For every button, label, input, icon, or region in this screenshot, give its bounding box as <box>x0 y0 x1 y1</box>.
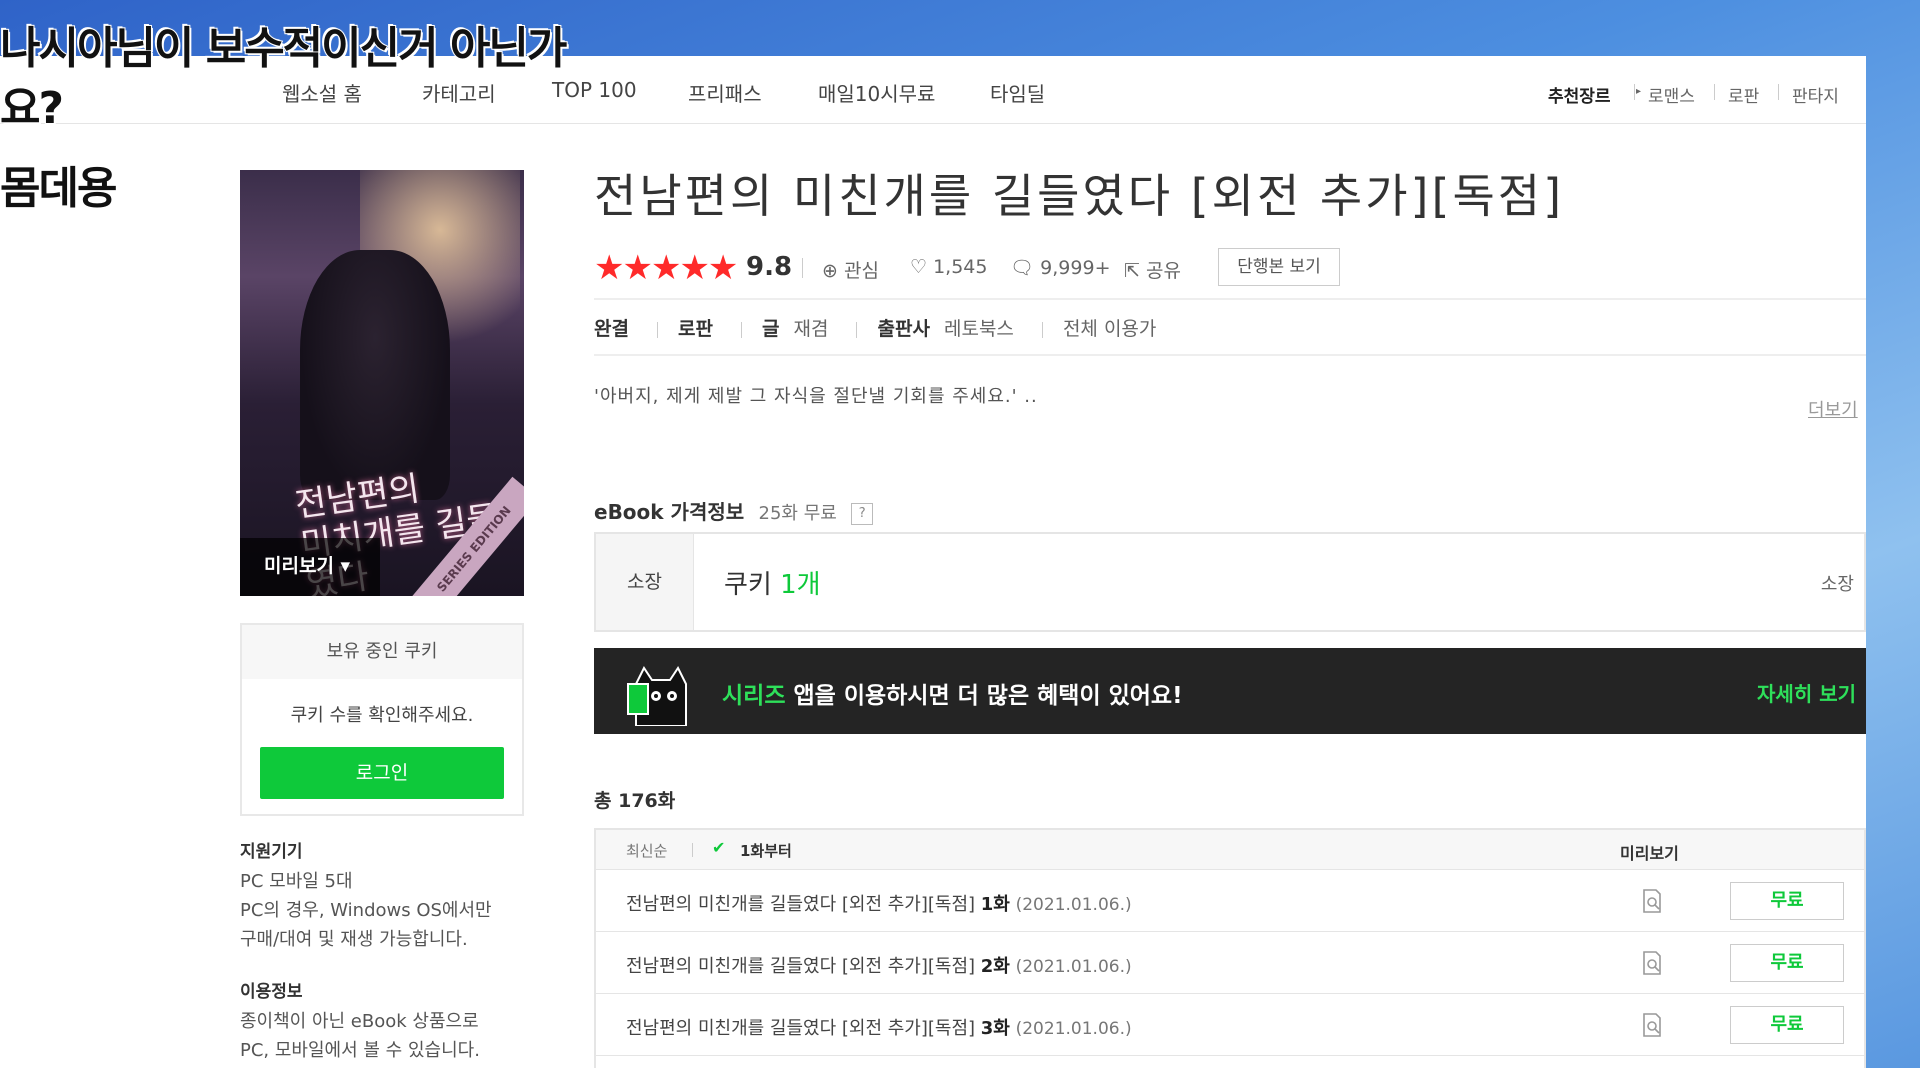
own-label: 소장 <box>596 534 694 630</box>
episode-row[interactable]: 전남편의 미친개를 길들였다 [외전 추가][독점] 1화 (2021.01.0… <box>596 870 1864 932</box>
genre-separator <box>1634 84 1635 100</box>
genre-separator <box>1714 84 1715 100</box>
episode-total: 총 176화 <box>594 790 676 812</box>
nav-timedeal[interactable]: 타임딜 <box>990 78 1045 107</box>
genre-romance-fantasy[interactable]: 로판 <box>1728 82 1759 107</box>
preview-icon[interactable] <box>1640 950 1664 976</box>
own-right-label: 소장 <box>1820 574 1854 595</box>
synopsis: '아버지, 제게 제발 그 자식을 절단낼 기회를 주세요.' .. <box>594 386 1038 407</box>
divider <box>594 298 1866 300</box>
genre-separator <box>1778 84 1779 100</box>
sort-separator <box>692 843 693 857</box>
preview-column-header: 미리보기 <box>1620 844 1679 863</box>
nav-daily-free[interactable]: 매일10시무료 <box>818 78 935 107</box>
cookie-box: 보유 중인 쿠키 쿠키 수를 확인해주세요. 로그인 <box>240 623 524 816</box>
banner-text: 시리즈 앱을 이용하시면 더 많은 혜택이 있어요! <box>722 683 1183 709</box>
supported-devices-header: 지원기기 <box>240 842 303 862</box>
preview-button[interactable]: 미리보기 ▾ <box>264 551 350 578</box>
nav-webnovel-home[interactable]: 웹소설 홈 <box>282 78 362 107</box>
cookie-price: 쿠키 1개 <box>724 570 821 600</box>
age-rating: 전체 이용가 <box>1062 318 1157 340</box>
cat-mascot-icon <box>627 666 687 726</box>
share-label: 공유 <box>1145 260 1181 282</box>
sort-latest[interactable]: 최신순 <box>626 840 667 861</box>
sort-first[interactable]: 1화부터 <box>740 840 792 861</box>
plus-circle-icon: ⊕ <box>822 260 838 282</box>
free-button[interactable]: 무료 <box>1730 944 1844 982</box>
price-info-title: eBook 가격정보 25화 무료 ? <box>594 496 874 525</box>
author-link[interactable]: 재겸 <box>794 318 829 340</box>
banner-detail-link[interactable]: 자세히 보기 <box>1757 678 1856 707</box>
recommended-genre-header: 추천장르 <box>1548 87 1611 107</box>
author-label: 글 <box>762 318 780 340</box>
share-icon: ⇱ <box>1124 260 1140 282</box>
overlay-caption-line3: 몸데용 <box>0 162 118 215</box>
book-title: 전남편의 미친개를 길들였다 [외전 추가][독점] <box>594 169 1565 223</box>
episode-list: 최신순 ✔ 1화부터 미리보기 전남편의 미친개를 길들였다 [외전 추가][독… <box>594 828 1866 1068</box>
login-button[interactable]: 로그인 <box>260 747 504 799</box>
episode-title[interactable]: 전남편의 미친개를 길들였다 [외전 추가][독점] 3화 (2021.01.0… <box>626 1014 1132 1040</box>
usage-info: 이용정보 종이책이 아닌 eBook 상품으로 PC, 모바일에서 볼 수 있습… <box>240 978 540 1065</box>
single-volume-button[interactable]: 단행본 보기 <box>1218 248 1340 286</box>
interest-button[interactable]: ⊕ 관심 <box>822 256 879 283</box>
overlay-caption-line1: 나시아님이 보수적이신거 아닌가 <box>0 22 568 75</box>
nav-category[interactable]: 카테고리 <box>422 78 496 107</box>
comment-button[interactable]: 🗨 9,999+ <box>1010 256 1111 279</box>
cookie-box-message: 쿠키 수를 확인해주세요. <box>290 705 474 726</box>
like-count: 1,545 <box>933 256 988 278</box>
check-icon: ✔ <box>712 838 726 857</box>
episode-title[interactable]: 전남편의 미친개를 길들였다 [외전 추가][독점] 2화 (2021.01.0… <box>626 952 1132 978</box>
cover-art-figure <box>300 250 450 500</box>
free-button[interactable]: 무료 <box>1730 1006 1844 1044</box>
episode-row[interactable]: 전남편의 미친개를 길들였다 [외전 추가][독점] 3화 (2021.01.0… <box>596 994 1864 1056</box>
series-app-banner[interactable]: 시리즈 앱을 이용하시면 더 많은 혜택이 있어요! 자세히 보기 <box>594 648 1866 734</box>
supported-devices: 지원기기 PC 모바일 5대 PC의 경우, Windows OS에서만 구매/… <box>240 838 540 954</box>
preview-icon[interactable] <box>1640 888 1664 914</box>
like-button[interactable]: ♡ 1,545 <box>910 256 988 278</box>
heart-icon: ♡ <box>910 256 928 278</box>
genre-romance[interactable]: 로맨스 <box>1648 82 1695 107</box>
episode-title[interactable]: 전남편의 미친개를 길들였다 [외전 추가][독점] 1화 (2021.01.0… <box>626 890 1132 916</box>
interest-label: 관심 <box>843 260 879 282</box>
price-box: 소장 쿠키 1개 소장 <box>594 532 1866 632</box>
share-button[interactable]: ⇱ 공유 <box>1124 256 1181 283</box>
comment-count: 9,999+ <box>1040 257 1111 279</box>
nav-top100[interactable]: TOP 100 <box>552 78 637 102</box>
usage-info-line: 종이책이 아닌 eBook 상품으로 <box>240 1011 479 1032</box>
book-meta: 완결 로판 글 재겸 출판사 레토북스 전체 이용가 <box>594 314 1170 341</box>
rating-separator <box>802 258 803 278</box>
publisher-link[interactable]: 레토북스 <box>944 318 1014 340</box>
more-link[interactable]: 더보기 <box>1808 396 1858 422</box>
status-label: 완결 <box>594 318 629 340</box>
publisher-label: 출판사 <box>877 318 930 340</box>
book-cover[interactable]: 전남편의 미치개를 길들였다 SERIES EDITION 미리보기 ▾ <box>240 170 524 596</box>
supported-devices-line: PC 모바일 5대 <box>240 871 353 892</box>
free-episodes-note: 25화 무료 <box>758 503 837 524</box>
overlay-caption-line2: 요? <box>0 82 65 135</box>
comment-icon: 🗨 <box>1010 257 1035 279</box>
supported-devices-line: PC의 경우, Windows OS에서만 <box>240 900 492 921</box>
free-button[interactable]: 무료 <box>1730 882 1844 920</box>
episode-row[interactable]: 전남편의 미친개를 길들였다 [외전 추가][독점] 2화 (2021.01.0… <box>596 932 1864 994</box>
nav-freepass[interactable]: 프리패스 <box>688 78 762 107</box>
cookie-box-header: 보유 중인 쿠키 <box>242 625 522 679</box>
usage-info-line: PC, 모바일에서 볼 수 있습니다. <box>240 1040 480 1061</box>
supported-devices-line: 구매/대여 및 재생 가능합니다. <box>240 929 468 950</box>
help-icon[interactable]: ? <box>851 502 874 525</box>
preview-icon[interactable] <box>1640 1012 1664 1038</box>
usage-info-header: 이용정보 <box>240 982 303 1002</box>
episode-list-header: 최신순 ✔ 1화부터 미리보기 <box>596 830 1864 870</box>
rating-score: 9.8 <box>746 252 793 282</box>
genre-link[interactable]: 로판 <box>678 318 713 340</box>
rating-stars: ★★★★★ <box>594 248 738 288</box>
genre-arrow-icon: ▸ <box>1636 86 1642 97</box>
genre-fantasy[interactable]: 판타지 <box>1792 82 1839 107</box>
divider <box>594 354 1866 356</box>
